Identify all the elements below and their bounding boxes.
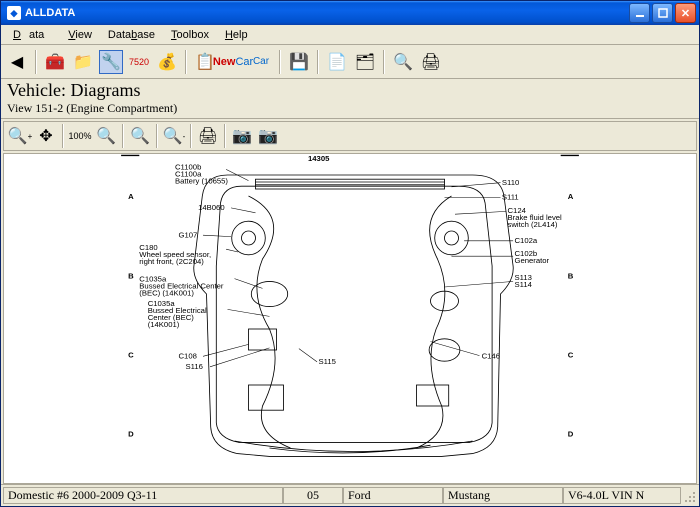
zoom-fit-button[interactable]: 🔍 bbox=[94, 124, 118, 148]
tool-icon-1[interactable]: 🧰 bbox=[43, 50, 67, 74]
callout-label: S110 bbox=[502, 178, 519, 187]
svg-text:B: B bbox=[128, 271, 134, 280]
tool-icon-9[interactable]: 🗂 bbox=[353, 50, 377, 74]
print-diagram-button[interactable]: 🖨 bbox=[196, 124, 220, 148]
camera1-button[interactable]: 📷 bbox=[230, 124, 254, 148]
callout-label: S115 bbox=[319, 357, 336, 366]
page-title: Vehicle: Diagrams bbox=[7, 80, 693, 101]
main-toolbar: ◀ 🧰 📁 🔧 7520 💰 📋 NewCar Car 💾 📄 🗂 🔍 🖨 bbox=[1, 45, 699, 79]
callout-label: (BEC) (14K001) bbox=[139, 288, 194, 297]
tool-icon-3[interactable]: 🔧 bbox=[99, 50, 123, 74]
tool-icon-2[interactable]: 📁 bbox=[71, 50, 95, 74]
minimize-button[interactable] bbox=[629, 3, 650, 23]
menu-view[interactable]: View bbox=[60, 27, 100, 43]
tool-icon-8[interactable]: 📄 bbox=[325, 50, 349, 74]
callout-label: S114 bbox=[515, 280, 533, 289]
back-button[interactable]: ◀ bbox=[5, 50, 29, 74]
menu-toolbox[interactable]: Toolbox bbox=[163, 27, 217, 43]
car-button[interactable]: Car bbox=[249, 50, 273, 74]
zoom-tool-button[interactable]: 🔍 bbox=[128, 124, 152, 148]
titlebar: ◆ ALLDATA ✕ bbox=[1, 1, 699, 25]
callout-label: C146 bbox=[482, 351, 500, 360]
callout-label: S116 bbox=[186, 362, 203, 371]
menu-help[interactable]: Help bbox=[217, 27, 256, 43]
resize-grip[interactable] bbox=[681, 487, 697, 504]
svg-text:D: D bbox=[128, 429, 134, 438]
close-button[interactable]: ✕ bbox=[675, 3, 696, 23]
zoom-in-button[interactable]: 🔍+ bbox=[8, 124, 32, 148]
callout-label: Generator bbox=[515, 256, 550, 265]
statusbar: Domestic #6 2000-2009 Q3-11 05 Ford Must… bbox=[1, 484, 699, 506]
vehicle-header: Vehicle: Diagrams View 151-2 (Engine Com… bbox=[1, 79, 699, 119]
callout-label: 14B060 bbox=[198, 203, 225, 212]
svg-text:A: A bbox=[568, 192, 574, 201]
status-year: 05 bbox=[283, 487, 343, 504]
page-subtitle: View 151-2 (Engine Compartment) bbox=[7, 101, 693, 116]
tool-icon-7[interactable]: 💾 bbox=[287, 50, 311, 74]
tool-icon-5[interactable]: 💰 bbox=[155, 50, 179, 74]
camera2-button[interactable]: 📷 bbox=[256, 124, 280, 148]
status-engine: V6-4.0L VIN N bbox=[563, 487, 681, 504]
status-model: Mustang bbox=[443, 487, 563, 504]
zoom-out-button[interactable]: 🔍- bbox=[162, 124, 186, 148]
svg-text:D: D bbox=[568, 429, 574, 438]
menu-data[interactable]: Data bbox=[5, 27, 60, 43]
diagram-viewport[interactable]: A B C D A B C D 14305 bbox=[3, 153, 697, 484]
window-title: ALLDATA bbox=[25, 7, 627, 19]
zoom-100-button[interactable]: 100% bbox=[68, 124, 92, 148]
status-make: Ford bbox=[343, 487, 443, 504]
svg-text:B: B bbox=[568, 271, 574, 280]
menu-database[interactable]: Database bbox=[100, 27, 163, 43]
new-car-button[interactable]: NewCar bbox=[221, 50, 245, 74]
callout-label: right front, (2C204) bbox=[139, 257, 204, 266]
tool-icon-10[interactable]: 🔍 bbox=[391, 50, 415, 74]
svg-text:C: C bbox=[128, 350, 134, 359]
engine-compartment-diagram: A B C D A B C D 14305 bbox=[4, 154, 696, 483]
move-button[interactable]: ✥ bbox=[34, 124, 58, 148]
svg-text:14305: 14305 bbox=[308, 154, 330, 163]
callout-label: C102a bbox=[515, 236, 538, 245]
svg-text:A: A bbox=[128, 192, 134, 201]
callout-label: G107 bbox=[179, 230, 198, 239]
tool-icon-4[interactable]: 7520 bbox=[127, 50, 151, 74]
menubar: Data View Database Toolbox Help bbox=[1, 25, 699, 45]
callout-label: (14K001) bbox=[148, 320, 180, 329]
maximize-button[interactable] bbox=[652, 3, 673, 23]
callout-label: switch (2L414) bbox=[508, 220, 558, 229]
app-icon: ◆ bbox=[7, 6, 21, 20]
status-dataset: Domestic #6 2000-2009 Q3-11 bbox=[3, 487, 283, 504]
callout-label: Battery (10655) bbox=[175, 176, 228, 185]
print-button[interactable]: 🖨 bbox=[419, 50, 443, 74]
callout-label: S111 bbox=[502, 193, 519, 202]
svg-text:C: C bbox=[568, 350, 574, 359]
view-toolbar: 🔍+ ✥ 100% 🔍 🔍 🔍- 🖨 📷 📷 bbox=[3, 121, 697, 151]
callout-label: C108 bbox=[179, 351, 197, 360]
